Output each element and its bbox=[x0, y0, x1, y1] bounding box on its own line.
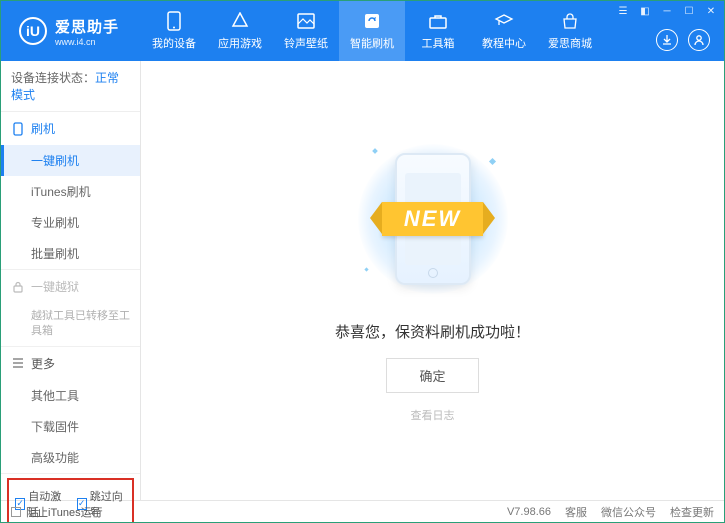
close-icon[interactable]: ✕ bbox=[704, 4, 718, 18]
sidebar: 设备连接状态：正常模式 刷机 一键刷机 iTunes刷机 专业刷机 批量刷机 一… bbox=[1, 61, 141, 500]
sidebar-item-other-tools[interactable]: 其他工具 bbox=[1, 380, 140, 411]
section-jailbreak: 一键越狱 越狱工具已转移至工具箱 bbox=[1, 270, 140, 347]
minimize-icon[interactable]: ─ bbox=[660, 4, 674, 18]
sparkle-icon bbox=[372, 148, 378, 154]
tab-store[interactable]: 爱思商城 bbox=[537, 1, 603, 61]
sparkle-icon bbox=[488, 157, 495, 164]
jailbreak-note: 越狱工具已转移至工具箱 bbox=[1, 303, 140, 346]
tab-toolbox[interactable]: 工具箱 bbox=[405, 1, 471, 61]
block-itunes-label: 阻止iTunes运行 bbox=[26, 504, 103, 520]
conn-label: 设备连接状态： bbox=[11, 71, 95, 85]
user-icon[interactable] bbox=[688, 29, 710, 51]
jailbreak-heading[interactable]: 一键越狱 bbox=[1, 270, 140, 303]
tab-label: 我的设备 bbox=[152, 35, 196, 51]
flash-heading[interactable]: 刷机 bbox=[1, 112, 140, 145]
more-head-label: 更多 bbox=[31, 355, 55, 372]
tab-label: 工具箱 bbox=[422, 35, 455, 51]
flash-icon bbox=[362, 11, 382, 31]
lock-icon bbox=[11, 280, 25, 294]
flash-head-label: 刷机 bbox=[31, 120, 55, 137]
sidebar-item-pro-flash[interactable]: 专业刷机 bbox=[1, 207, 140, 238]
checkbox-block-itunes[interactable]: 阻止iTunes运行 bbox=[11, 504, 103, 520]
header-actions bbox=[656, 29, 710, 51]
maximize-icon[interactable]: ☐ bbox=[682, 4, 696, 18]
section-more: 更多 其他工具 下载固件 高级功能 bbox=[1, 347, 140, 474]
tab-label: 应用游戏 bbox=[218, 35, 262, 51]
tutorial-icon bbox=[494, 11, 514, 31]
status-left: 阻止iTunes运行 bbox=[11, 504, 103, 520]
logo-icon: iU bbox=[19, 17, 47, 45]
more-items: 其他工具 下载固件 高级功能 bbox=[1, 380, 140, 473]
app-name: 爱思助手 bbox=[55, 16, 119, 37]
new-ribbon: NEW bbox=[382, 202, 483, 236]
list-icon bbox=[11, 356, 25, 370]
ok-button[interactable]: 确定 bbox=[386, 358, 478, 393]
tab-apps-games[interactable]: 应用游戏 bbox=[207, 1, 273, 61]
sidebar-item-download-firmware[interactable]: 下载固件 bbox=[1, 411, 140, 442]
success-message: 恭喜您，保资料刷机成功啦！ bbox=[335, 321, 530, 342]
check-update-link[interactable]: 检查更新 bbox=[670, 504, 714, 520]
download-icon[interactable] bbox=[656, 29, 678, 51]
view-log-link[interactable]: 查看日志 bbox=[411, 407, 455, 423]
app-url: www.i4.cn bbox=[55, 37, 119, 47]
titlebar: iU 爱思助手 www.i4.cn 我的设备 应用游戏 铃声壁纸 智能刷机 工具… bbox=[1, 1, 724, 61]
jailbreak-head-label: 一键越狱 bbox=[31, 278, 79, 295]
main-content: NEW 恭喜您，保资料刷机成功啦！ 确定 查看日志 bbox=[141, 61, 724, 500]
flash-items: 一键刷机 iTunes刷机 专业刷机 批量刷机 bbox=[1, 145, 140, 269]
tab-my-device[interactable]: 我的设备 bbox=[141, 1, 207, 61]
nav-tabs: 我的设备 应用游戏 铃声壁纸 智能刷机 工具箱 教程中心 爱思商城 bbox=[141, 1, 603, 61]
menu-icon[interactable]: ☰ bbox=[616, 4, 630, 18]
tab-label: 铃声壁纸 bbox=[284, 35, 328, 51]
body: 设备连接状态：正常模式 刷机 一键刷机 iTunes刷机 专业刷机 批量刷机 一… bbox=[1, 61, 724, 500]
phone-icon bbox=[164, 11, 184, 31]
status-right: V7.98.66 客服 微信公众号 检查更新 bbox=[507, 504, 714, 520]
skin-icon[interactable]: ◧ bbox=[638, 4, 652, 18]
support-link[interactable]: 客服 bbox=[565, 504, 587, 520]
wechat-link[interactable]: 微信公众号 bbox=[601, 504, 656, 520]
tab-label: 爱思商城 bbox=[548, 35, 592, 51]
wallpaper-icon bbox=[296, 11, 316, 31]
connection-status: 设备连接状态：正常模式 bbox=[1, 61, 140, 112]
sparkle-icon bbox=[364, 267, 368, 271]
success-illustration: NEW bbox=[343, 139, 523, 299]
sidebar-item-itunes-flash[interactable]: iTunes刷机 bbox=[1, 176, 140, 207]
section-flash: 刷机 一键刷机 iTunes刷机 专业刷机 批量刷机 bbox=[1, 112, 140, 270]
version-label: V7.98.66 bbox=[507, 506, 551, 518]
toolbox-icon bbox=[428, 11, 448, 31]
checkbox-empty-icon bbox=[11, 507, 21, 517]
tab-ringtones[interactable]: 铃声壁纸 bbox=[273, 1, 339, 61]
tab-label: 智能刷机 bbox=[350, 35, 394, 51]
phone-small-icon bbox=[11, 122, 25, 136]
sidebar-item-advanced[interactable]: 高级功能 bbox=[1, 442, 140, 473]
tab-label: 教程中心 bbox=[482, 35, 526, 51]
tab-tutorials[interactable]: 教程中心 bbox=[471, 1, 537, 61]
window-controls: ☰ ◧ ─ ☐ ✕ bbox=[616, 4, 718, 18]
app-window: iU 爱思助手 www.i4.cn 我的设备 应用游戏 铃声壁纸 智能刷机 工具… bbox=[0, 0, 725, 523]
tab-smart-flash[interactable]: 智能刷机 bbox=[339, 1, 405, 61]
logo-area: iU 爱思助手 www.i4.cn bbox=[1, 16, 141, 47]
store-icon bbox=[560, 11, 580, 31]
sidebar-item-oneclick-flash[interactable]: 一键刷机 bbox=[1, 145, 140, 176]
more-heading[interactable]: 更多 bbox=[1, 347, 140, 380]
apps-icon bbox=[230, 11, 250, 31]
logo-text: 爱思助手 www.i4.cn bbox=[55, 16, 119, 47]
sidebar-item-batch-flash[interactable]: 批量刷机 bbox=[1, 238, 140, 269]
